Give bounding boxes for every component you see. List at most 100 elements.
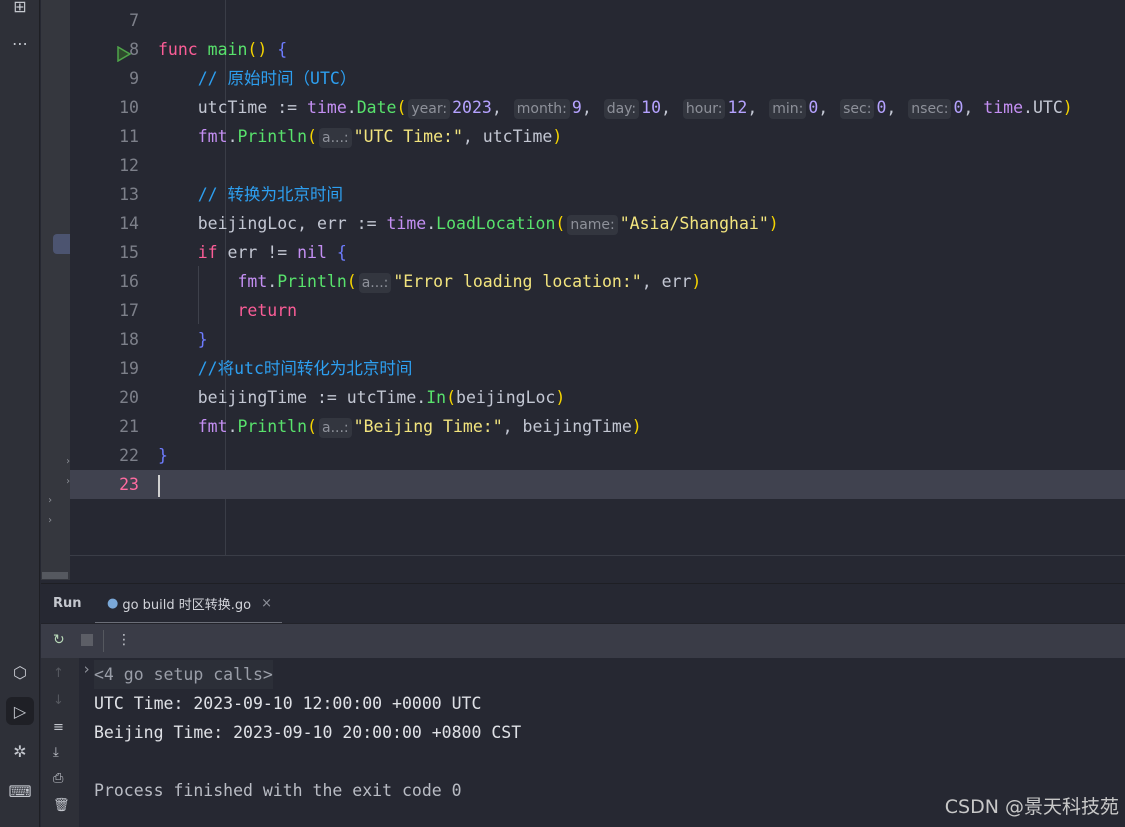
code-token: 0 bbox=[808, 98, 819, 117]
console-actions: ↑ ↓ ≡ ⤓ ⎙ 🗑 bbox=[41, 658, 79, 827]
code-token: beijingTime := utcTime. bbox=[158, 388, 427, 407]
chevron-right-icon[interactable]: › bbox=[47, 495, 53, 506]
code-line[interactable]: 10 utcTime := time.Date(year: 2023, month… bbox=[70, 93, 1125, 122]
code-token: ) bbox=[552, 127, 563, 146]
more-icon[interactable]: ⋯ bbox=[6, 29, 34, 57]
line-number: 20 bbox=[119, 388, 139, 407]
line-number: 7 bbox=[129, 11, 139, 30]
debug-icon[interactable]: ✲ bbox=[6, 737, 34, 765]
line-number: 15 bbox=[119, 243, 139, 262]
line-number: 11 bbox=[119, 127, 139, 146]
run-toolbar: ↻ ⋮ bbox=[41, 623, 1125, 658]
code-line[interactable]: 18 } bbox=[70, 325, 1125, 354]
code-line[interactable]: 23 bbox=[70, 470, 1125, 499]
code-text: beijingTime := utcTime.In(beijingLoc) bbox=[158, 383, 566, 412]
code-token: // 原始时间（UTC） bbox=[158, 69, 357, 88]
code-line[interactable]: 8 func main() { bbox=[70, 35, 1125, 64]
code-token: "Beijing Time:" bbox=[353, 417, 503, 436]
code-token: fmt bbox=[237, 272, 268, 291]
code-line[interactable]: 11 fmt.Println(a...: "UTC Time:", utcTime… bbox=[70, 122, 1125, 151]
code-token: //将utc时间转化为北京时间 bbox=[158, 359, 413, 378]
inlay-hint: a...: bbox=[318, 128, 352, 148]
code-line[interactable]: 7 bbox=[70, 6, 1125, 35]
services-icon[interactable]: ⬡ bbox=[6, 658, 34, 686]
code-line[interactable]: 19 //将utc时间转化为北京时间 bbox=[70, 354, 1125, 383]
terminal-icon[interactable]: ⌨ bbox=[6, 777, 34, 805]
code-token: Println bbox=[237, 127, 308, 146]
code-token: , bbox=[963, 98, 984, 117]
code-line[interactable]: 13 // 转换为北京时间 bbox=[70, 180, 1125, 209]
code-text: // 原始时间（UTC） bbox=[158, 64, 357, 93]
chevron-right-icon[interactable]: › bbox=[82, 660, 91, 678]
run-tool-icon[interactable]: ▷ bbox=[6, 697, 34, 725]
code-token: time bbox=[307, 98, 347, 117]
code-token: . bbox=[227, 417, 238, 436]
line-number: 19 bbox=[119, 359, 139, 378]
setup-calls-fold[interactable]: <4 go setup calls> bbox=[94, 660, 273, 689]
print-icon[interactable]: ⎙ bbox=[53, 771, 63, 786]
code-line[interactable]: 12 bbox=[70, 151, 1125, 180]
code-line[interactable]: 15 if err != nil { bbox=[70, 238, 1125, 267]
stop-icon[interactable] bbox=[81, 634, 93, 646]
code-line[interactable]: 16 fmt.Println(a...: "Error loading locat… bbox=[70, 267, 1125, 296]
inlay-hint: a...: bbox=[358, 273, 392, 293]
code-token: , bbox=[747, 98, 768, 117]
line-number: 16 bbox=[119, 272, 139, 291]
code-text bbox=[158, 470, 160, 499]
code-token: "UTC Time:" bbox=[353, 127, 463, 146]
code-text: beijingLoc, err := time.LoadLocation(nam… bbox=[158, 209, 779, 240]
project-panel: › › › › bbox=[41, 0, 71, 580]
more-options-icon[interactable]: ⋮ bbox=[117, 632, 131, 648]
code-text: func main() { bbox=[158, 35, 287, 64]
horizontal-scrollbar[interactable] bbox=[42, 572, 68, 579]
console-line: Process finished with the exit code 0 bbox=[94, 781, 462, 800]
code-token: Println bbox=[277, 272, 347, 291]
code-line[interactable]: 22} bbox=[70, 441, 1125, 470]
code-token: err != bbox=[217, 243, 298, 262]
line-number: 9 bbox=[129, 69, 139, 88]
code-token: , bbox=[581, 98, 602, 117]
tab-run-config[interactable]: ● go build 时区转换.go × bbox=[95, 584, 282, 624]
line-number: 10 bbox=[119, 98, 139, 117]
code-editor[interactable]: 7 8 func main() {9 // 原始时间（UTC） 10 utcTime … bbox=[70, 0, 1125, 556]
tab-label: go build 时区转换.go bbox=[122, 597, 252, 613]
code-token: Println bbox=[237, 417, 308, 436]
scroll-to-end-icon[interactable]: ⤓ bbox=[53, 745, 59, 760]
code-token: ( bbox=[307, 417, 317, 436]
code-line[interactable]: 9 // 原始时间（UTC） bbox=[70, 64, 1125, 93]
chevron-right-icon[interactable]: › bbox=[47, 515, 53, 526]
line-number: 13 bbox=[119, 185, 139, 204]
code-token: main bbox=[207, 40, 248, 59]
code-token: . bbox=[227, 127, 238, 146]
down-arrow-icon[interactable]: ↓ bbox=[53, 693, 64, 708]
code-token: ) bbox=[631, 417, 642, 436]
inlay-hint: hour: bbox=[682, 99, 726, 119]
code-token: , bbox=[661, 98, 681, 117]
code-token: time bbox=[983, 98, 1024, 117]
code-token: 2023 bbox=[452, 98, 492, 117]
code-line[interactable]: 14 beijingLoc, err := time.LoadLocation(… bbox=[70, 209, 1125, 238]
up-arrow-icon[interactable]: ↑ bbox=[53, 666, 64, 681]
code-line[interactable]: 17 return bbox=[70, 296, 1125, 325]
code-token: , err bbox=[641, 272, 692, 291]
inlay-hint: min: bbox=[769, 99, 807, 119]
go-run-icon: ● bbox=[107, 595, 119, 611]
close-icon[interactable]: × bbox=[261, 596, 272, 611]
code-token: , beijingTime bbox=[502, 417, 632, 436]
rerun-icon[interactable]: ↻ bbox=[53, 632, 65, 648]
code-token: } bbox=[197, 330, 208, 349]
code-token: 0 bbox=[876, 98, 887, 117]
code-line[interactable]: 21 fmt.Println(a...: "Beijing Time:", bei… bbox=[70, 412, 1125, 441]
code-token: beijingLoc bbox=[456, 388, 556, 407]
structure-icon[interactable]: ⊞ bbox=[6, 0, 34, 20]
code-line[interactable]: 20 beijingTime := utcTime.In(beijingLoc) bbox=[70, 383, 1125, 412]
code-text: utcTime := time.Date(year: 2023, month: 9,… bbox=[158, 93, 1073, 124]
line-number: 23 bbox=[119, 475, 139, 494]
project-selected-item[interactable] bbox=[53, 234, 70, 254]
line-number: 17 bbox=[119, 301, 139, 320]
soft-wrap-icon[interactable]: ≡ bbox=[53, 720, 64, 735]
trash-icon[interactable]: 🗑 bbox=[53, 798, 70, 813]
code-token: Date bbox=[356, 98, 397, 117]
